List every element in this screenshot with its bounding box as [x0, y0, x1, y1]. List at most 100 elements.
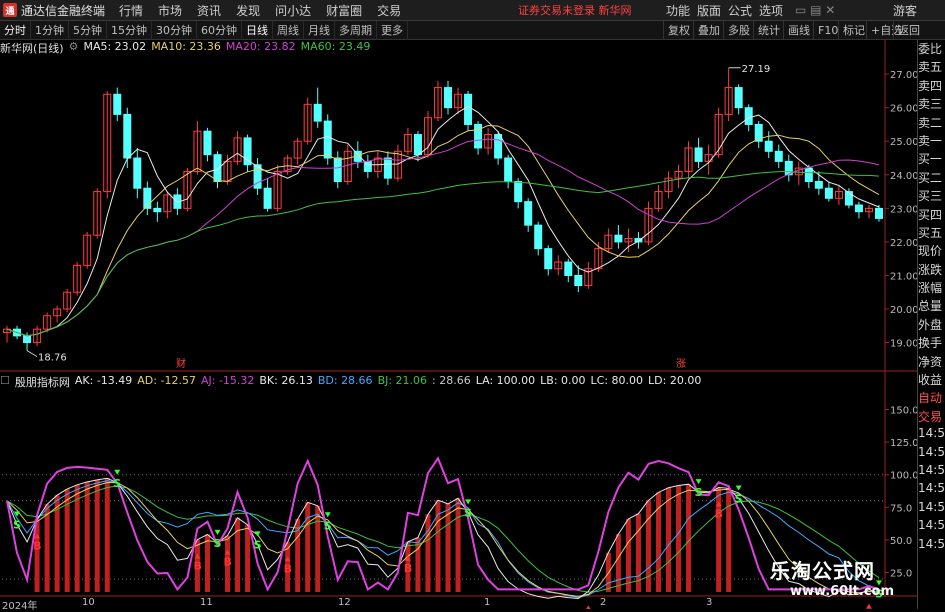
buy-signal-label: B	[284, 562, 292, 575]
chart-area[interactable]: 27.00 26.00 25.00 24.00 23.00 22.00 21.00 20.00…	[0, 0, 917, 609]
candle-down	[564, 261, 573, 276]
candle-down	[514, 181, 523, 203]
candle-down	[694, 147, 703, 162]
candle-down	[313, 103, 322, 122]
price-tick-label: 20.00	[890, 305, 917, 316]
buy-signal-label: B	[224, 556, 232, 569]
candle-down	[474, 123, 483, 149]
sell-signal-label: S	[13, 518, 21, 531]
side-panel-label: 买五	[918, 225, 943, 240]
candle-down	[534, 224, 543, 250]
high-price-label: 27.19	[742, 64, 771, 75]
date-axis-label: 2	[600, 597, 607, 608]
side-panel-label: 14:56	[918, 481, 945, 496]
side-panel-label: 自动	[918, 391, 943, 406]
date-axis-label: 12	[338, 597, 351, 608]
low-price-label: 18.76	[38, 353, 67, 364]
candle-down	[153, 207, 162, 213]
sell-signal-label: S	[735, 493, 743, 506]
sell-signal-label: S	[254, 538, 262, 551]
side-panel-label: 卖四	[918, 78, 943, 93]
candle-down	[544, 248, 553, 270]
price-tick-label: 22.00	[890, 238, 917, 249]
indicator-tick-label: 75.0	[890, 503, 912, 514]
side-panel-label: 现价	[918, 244, 943, 259]
candle-down	[213, 154, 222, 183]
sell-signal-label: S	[213, 537, 221, 550]
side-panel-label: 净资	[918, 354, 943, 369]
indicator-tick-label: 150.0	[890, 406, 917, 417]
indicator-tick-label: 125.0	[890, 438, 917, 449]
candle-down	[123, 113, 132, 159]
candle-down	[614, 234, 623, 243]
side-panel-label: 卖一	[918, 133, 943, 148]
side-panel-label: 外盘	[918, 317, 943, 332]
buy-signal-label: B	[404, 562, 412, 575]
moving-averages-layer	[6, 105, 880, 337]
candle-down	[464, 93, 473, 125]
buy-signal-label: B	[715, 507, 723, 520]
ma5-line	[6, 105, 880, 337]
sell-arrow-icon	[214, 529, 221, 535]
sell-signal-label: S	[113, 477, 121, 490]
sell-signal-label: S	[695, 486, 703, 499]
candle-down	[243, 137, 252, 166]
indicator-tick-label: 100.0	[890, 471, 917, 482]
candle-down	[854, 204, 863, 213]
side-panel-label: 买四	[918, 207, 943, 222]
side-panel-label: 涨幅	[918, 281, 943, 296]
sell-arrow-icon	[735, 485, 742, 491]
side-panel-label: 换手	[918, 336, 943, 351]
event-marker-finance: 财	[176, 357, 186, 370]
candle-down	[844, 191, 853, 206]
candle-down	[524, 201, 533, 226]
candle-down	[444, 87, 453, 109]
candle-down	[824, 187, 833, 199]
candle-down	[23, 335, 32, 344]
buy-signal-label: B	[33, 539, 41, 552]
indicator-layer: SBSBSBSBSBSBSBSBS	[2, 456, 884, 609]
price-tick-label: 26.00	[890, 104, 917, 115]
side-panel-label: 卖三	[918, 97, 943, 112]
sell-arrow-icon	[695, 479, 702, 485]
candle-down	[814, 181, 823, 189]
price-tick-label: 21.00	[890, 271, 917, 282]
price-tick-label: 27.00	[890, 70, 917, 81]
candle-down	[383, 157, 392, 179]
candle-down	[333, 157, 342, 183]
side-panel-label: 收益	[918, 373, 943, 388]
price-tick-label: 25.00	[890, 137, 917, 148]
side-panel-label: 14:56	[918, 536, 945, 551]
candle-down	[804, 167, 813, 183]
candle-down	[323, 120, 332, 159]
candles-layer	[3, 67, 883, 351]
sell-arrow-icon	[114, 469, 121, 475]
side-panel-label: 买三	[918, 189, 943, 204]
date-axis-label: 10	[82, 597, 95, 608]
side-panel-label: 总量	[918, 299, 943, 314]
date-axis-label: 11	[200, 597, 213, 608]
watermark-title: 乐淘公式网	[770, 559, 875, 583]
side-panel-label: 买一	[918, 152, 943, 167]
watermark: 乐淘公式网 www.60lt.com	[770, 555, 915, 605]
price-tick-label: 24.00	[890, 171, 917, 182]
quote-side-panel: 委比 卖五 卖四 卖三 卖二 卖一 买一 买二 买三 买四 买五 现价 涨跌 涨幅 总量 外盘 换手 净资 收益 自动…	[917, 40, 945, 609]
candle-down	[504, 157, 513, 183]
side-panel-label: 14:56	[918, 518, 945, 533]
candle-down	[263, 187, 272, 209]
sell-arrow-icon	[465, 499, 472, 505]
side-panel-label: 14:56	[918, 499, 945, 514]
candle-down	[874, 207, 883, 219]
side-panel-label: 14:56	[918, 426, 945, 441]
watermark-url: www.60lt.com	[790, 584, 895, 599]
low-marker-line	[26, 350, 38, 358]
price-tick-label: 23.00	[890, 204, 917, 215]
candle-down	[744, 107, 753, 125]
event-marker-limit-up: 涨	[676, 358, 686, 370]
indicator-tick-label: 50.0	[890, 536, 912, 547]
date-axis-label: 3	[706, 597, 713, 608]
sell-signal-label: S	[324, 519, 332, 532]
aj-line	[6, 456, 880, 592]
buy-signal-label: B	[193, 560, 201, 573]
sell-signal-label: S	[464, 506, 472, 519]
